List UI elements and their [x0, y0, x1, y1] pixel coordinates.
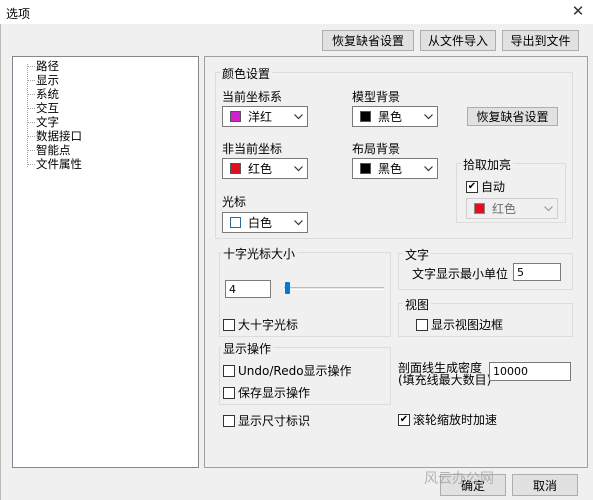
model-bg-color-select[interactable]: 黑色 — [352, 106, 438, 127]
color-swatch — [474, 203, 485, 214]
show-view-border-label: 显示视图边框 — [431, 318, 504, 332]
highlight-color-select[interactable]: 红色 — [466, 198, 558, 219]
chevron-down-icon — [539, 199, 557, 218]
highlight-color-value: 红色 — [492, 202, 517, 216]
cursor-color-value: 白色 — [248, 216, 273, 230]
hatch-density-sublabel: (填充线最大数目) — [398, 373, 492, 387]
chevron-down-icon — [289, 159, 307, 178]
auto-highlight-label: 自动 — [481, 180, 506, 194]
wheel-zoom-accel-checkbox[interactable]: ✔ 滚轮缩放时加速 — [398, 411, 497, 428]
view-group-title: 视图 — [403, 296, 432, 313]
tree-item-smart-point[interactable]: 智能点 — [27, 143, 71, 157]
crosshair-size-slider[interactable] — [284, 287, 384, 290]
tree-item-label: 文件属性 — [36, 157, 82, 171]
model-bg-color-value: 黑色 — [378, 110, 403, 124]
check-icon: ✔ — [466, 180, 478, 193]
cancel-button[interactable]: 取消 — [512, 474, 578, 496]
chevron-down-icon — [419, 107, 437, 126]
checkbox-box — [223, 386, 235, 399]
color-settings-title: 颜色设置 — [220, 65, 273, 82]
color-swatch — [230, 217, 241, 228]
close-icon[interactable]: ✕ — [568, 2, 588, 20]
undo-redo-label: Undo/Redo显示操作 — [238, 364, 352, 378]
title-bar — [0, 0, 593, 24]
show-size-marks-checkbox[interactable]: 显示尺寸标识 — [223, 412, 310, 429]
non-current-axis-color-select[interactable]: 红色 — [222, 158, 308, 179]
show-size-marks-label: 显示尺寸标识 — [238, 414, 311, 428]
save-display-ops-label: 保存显示操作 — [238, 386, 311, 400]
cursor-label: 光标 — [222, 195, 247, 209]
tree-item-path[interactable]: 路径 — [27, 59, 59, 73]
tree-item-interaction[interactable]: 交互 — [27, 101, 59, 115]
tree-item-text[interactable]: 文字 — [27, 115, 59, 129]
text-min-unit-input[interactable]: 5 — [513, 263, 561, 281]
color-swatch — [230, 111, 241, 122]
checkbox-box — [223, 318, 235, 331]
color-swatch — [230, 163, 241, 174]
auto-highlight-checkbox[interactable]: ✔ 自动 — [466, 178, 505, 195]
tree-item-display[interactable]: 显示 — [27, 73, 59, 87]
slider-thumb[interactable] — [285, 282, 290, 294]
watermark: 风云办公网 — [424, 471, 494, 487]
save-display-ops-checkbox[interactable]: 保存显示操作 — [223, 384, 310, 401]
undo-redo-checkbox[interactable]: Undo/Redo显示操作 — [223, 362, 352, 379]
layout-bg-color-select[interactable]: 黑色 — [352, 158, 438, 179]
chevron-down-icon — [419, 159, 437, 178]
window-title: 选项 — [6, 7, 31, 21]
tree-item-system[interactable]: 系统 — [27, 87, 59, 101]
import-file-button[interactable]: 从文件导入 — [420, 30, 496, 51]
big-cross-label: 大十字光标 — [238, 318, 299, 332]
color-swatch — [360, 163, 371, 174]
current-axis-color-select[interactable]: 洋红 — [222, 106, 308, 127]
crosshair-size-input[interactable]: 4 — [225, 280, 271, 298]
text-group-title: 文字 — [403, 246, 432, 263]
pick-highlight-title: 拾取加亮 — [461, 156, 514, 173]
non-current-axis-label: 非当前坐标 — [222, 142, 283, 156]
big-cross-checkbox[interactable]: 大十字光标 — [223, 316, 298, 333]
wheel-zoom-accel-label: 滚轮缩放时加速 — [413, 413, 498, 427]
cursor-color-select[interactable]: 白色 — [222, 212, 308, 233]
current-axis-label: 当前坐标系 — [222, 90, 283, 104]
layout-bg-label: 布局背景 — [352, 142, 401, 156]
crosshair-size-title: 十字光标大小 — [221, 245, 298, 262]
hatch-density-input[interactable]: 10000 — [489, 362, 571, 381]
check-icon: ✔ — [398, 413, 410, 426]
chevron-down-icon — [289, 107, 307, 126]
tree-item-file-properties[interactable]: 文件属性 — [27, 157, 82, 171]
non-current-axis-color-value: 红色 — [248, 162, 273, 176]
restore-defaults-button[interactable]: 恢复缺省设置 — [322, 30, 414, 51]
model-bg-label: 模型背景 — [352, 90, 401, 104]
checkbox-box — [416, 318, 428, 331]
checkbox-box — [223, 364, 235, 377]
chevron-down-icon — [289, 213, 307, 232]
color-swatch — [360, 111, 371, 122]
checkbox-box — [223, 414, 235, 427]
text-min-unit-label: 文字显示最小单位 — [412, 267, 509, 281]
restore-colors-button[interactable]: 恢复缺省设置 — [467, 107, 558, 126]
export-file-button[interactable]: 导出到文件 — [502, 30, 579, 51]
tree-item-data-interface[interactable]: 数据接口 — [27, 129, 82, 143]
current-axis-color-value: 洋红 — [248, 110, 273, 124]
layout-bg-color-value: 黑色 — [378, 162, 403, 176]
display-ops-title: 显示操作 — [221, 340, 274, 357]
show-view-border-checkbox[interactable]: 显示视图边框 — [416, 316, 503, 333]
